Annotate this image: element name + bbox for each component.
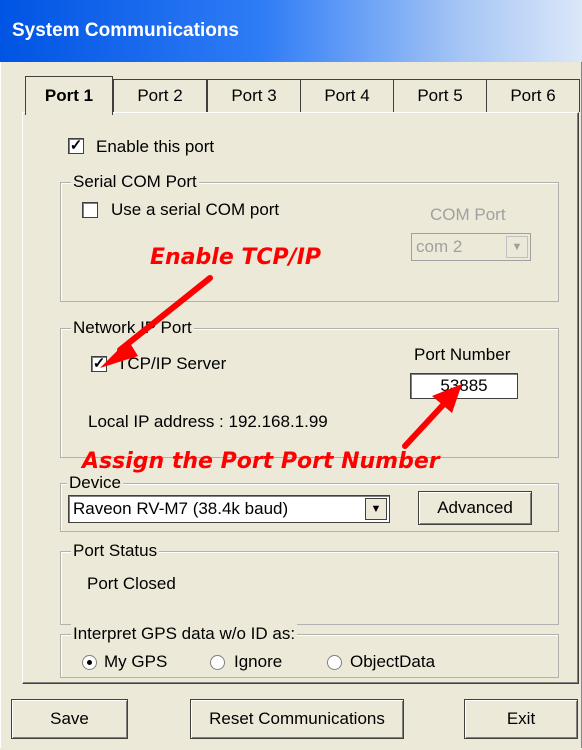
red-arrow-icon	[100, 275, 462, 449]
